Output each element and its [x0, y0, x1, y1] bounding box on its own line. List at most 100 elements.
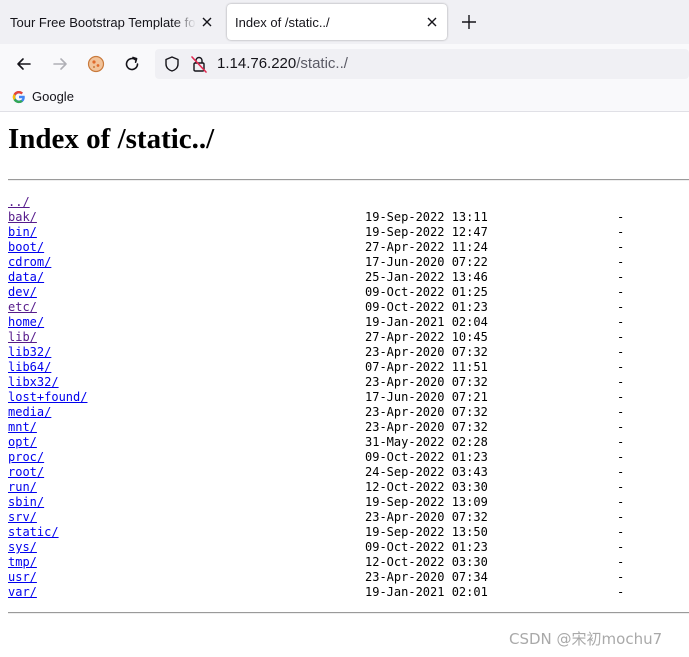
- table-row: boot/27-Apr-2022 11:24 -: [8, 240, 689, 255]
- plus-icon[interactable]: [459, 12, 479, 32]
- insecure-lock-icon[interactable]: [189, 54, 209, 74]
- entry-link[interactable]: cdrom/: [8, 255, 51, 269]
- entry-size: -: [617, 240, 625, 254]
- entry-link[interactable]: data/: [8, 270, 44, 284]
- extension-icon[interactable]: [86, 54, 106, 74]
- entry-date: 27-Apr-2022 11:24: [365, 240, 488, 254]
- entry-date: 31-May-2022 02:28: [365, 435, 488, 449]
- entry-date: 12-Oct-2022 03:30: [365, 555, 488, 569]
- table-row: etc/09-Oct-2022 01:23 -: [8, 300, 689, 315]
- entry-size: -: [617, 495, 625, 509]
- forward-arrow-icon[interactable]: [50, 54, 70, 74]
- directory-listing: ../ bak/19-Sep-2022 13:11- bin/19-Sep-202…: [8, 195, 689, 600]
- entry-link[interactable]: media/: [8, 405, 51, 419]
- table-row: lib32/23-Apr-2020 07:32 -: [8, 345, 689, 360]
- entry-link[interactable]: home/: [8, 315, 44, 329]
- entry-link[interactable]: tmp/: [8, 555, 37, 569]
- address-bar[interactable]: 1.14.76.220/static../: [155, 49, 689, 79]
- entry-date: 09-Oct-2022 01:23: [365, 450, 488, 464]
- entry-link[interactable]: bak/: [8, 210, 37, 224]
- bookmark-google[interactable]: Google: [12, 89, 74, 104]
- table-row: var/19-Jan-2021 02:01 -: [8, 585, 689, 600]
- entry-link[interactable]: lib/: [8, 330, 37, 344]
- entry-link[interactable]: run/: [8, 480, 37, 494]
- entry-date: 19-Sep-2022 12:47: [365, 225, 488, 239]
- entry-link[interactable]: bin/: [8, 225, 37, 239]
- entry-link[interactable]: sbin/: [8, 495, 44, 509]
- entry-link[interactable]: mnt/: [8, 420, 37, 434]
- parent-directory-link[interactable]: ../: [8, 195, 30, 209]
- entry-date: 17-Jun-2020 07:21: [365, 390, 488, 404]
- table-row: srv/23-Apr-2020 07:32 -: [8, 510, 689, 525]
- table-row: opt/31-May-2022 02:28 -: [8, 435, 689, 450]
- entry-link[interactable]: srv/: [8, 510, 37, 524]
- entry-rows: bak/19-Sep-2022 13:11- bin/19-Sep-2022 12…: [8, 210, 689, 600]
- entry-link[interactable]: lost+found/: [8, 390, 87, 404]
- entry-size: -: [617, 540, 625, 554]
- bookmarks-toolbar: Google: [0, 84, 689, 112]
- tab-strip: Tour Free Bootstrap Template for Index o…: [0, 0, 689, 44]
- entry-link[interactable]: static/: [8, 525, 59, 539]
- entry-date: 09-Oct-2022 01:25: [365, 285, 488, 299]
- entry-date: 23-Apr-2020 07:32: [365, 510, 488, 524]
- entry-date: 23-Apr-2020 07:32: [365, 375, 488, 389]
- page-content: Index of /static../ ../ bak/19-Sep-2022 …: [0, 113, 689, 657]
- url-host: 1.14.76.220: [217, 55, 297, 72]
- table-row: proc/09-Oct-2022 01:23 -: [8, 450, 689, 465]
- entry-size: -: [617, 390, 625, 404]
- entry-size: -: [617, 285, 625, 299]
- bookmark-label: Google: [32, 89, 74, 104]
- entry-size: -: [617, 225, 625, 239]
- table-row: usr/23-Apr-2020 07:34 -: [8, 570, 689, 585]
- entry-date: 19-Sep-2022 13:09: [365, 495, 488, 509]
- entry-link[interactable]: sys/: [8, 540, 37, 554]
- entry-date: 23-Apr-2020 07:32: [365, 345, 488, 359]
- entry-size: -: [617, 330, 625, 344]
- tab-index-of-static[interactable]: Index of /static../: [227, 4, 447, 40]
- entry-link[interactable]: lib32/: [8, 345, 51, 359]
- entry-link[interactable]: lib64/: [8, 360, 51, 374]
- tab-title: Index of /static../: [235, 14, 330, 30]
- google-g-icon: [12, 90, 25, 103]
- table-row: bin/19-Sep-2022 12:47 -: [8, 225, 689, 240]
- entry-size: -: [617, 465, 625, 479]
- entry-size: -: [617, 345, 625, 359]
- entry-link[interactable]: proc/: [8, 450, 44, 464]
- back-arrow-icon[interactable]: [14, 54, 34, 74]
- entry-link[interactable]: var/: [8, 585, 37, 599]
- entry-size: -: [617, 315, 625, 329]
- entry-link[interactable]: libx32/: [8, 375, 59, 389]
- entry-date: 23-Apr-2020 07:32: [365, 420, 488, 434]
- tab-tour-template[interactable]: Tour Free Bootstrap Template for: [0, 4, 222, 40]
- entry-date: 19-Jan-2021 02:04: [365, 315, 488, 329]
- table-row: lib64/07-Apr-2022 11:51 -: [8, 360, 689, 375]
- entry-size: -: [617, 525, 625, 539]
- table-row: lost+found/17-Jun-2020 07:21 -: [8, 390, 689, 405]
- parent-directory-row: ../: [8, 195, 689, 210]
- entry-size: -: [617, 405, 625, 419]
- watermark: CSDN @宋初mochu7: [509, 630, 663, 648]
- table-row: cdrom/17-Jun-2020 07:22 -: [8, 255, 689, 270]
- entry-link[interactable]: root/: [8, 465, 44, 479]
- entry-size: -: [617, 300, 625, 314]
- entry-date: 12-Oct-2022 03:30: [365, 480, 488, 494]
- entry-size: -: [617, 435, 625, 449]
- url-text[interactable]: 1.14.76.220/static../: [217, 55, 348, 72]
- table-row: bak/19-Sep-2022 13:11 -: [8, 210, 689, 225]
- shield-icon[interactable]: [163, 55, 181, 73]
- reload-icon[interactable]: [122, 54, 142, 74]
- entry-link[interactable]: etc/: [8, 300, 37, 314]
- entry-link[interactable]: usr/: [8, 570, 37, 584]
- entry-date: 23-Apr-2020 07:34: [365, 570, 488, 584]
- page-title: Index of /static../: [8, 123, 215, 155]
- entry-size: -: [617, 210, 625, 224]
- close-icon[interactable]: [198, 13, 216, 31]
- entry-link[interactable]: opt/: [8, 435, 37, 449]
- table-row: lib/27-Apr-2022 10:45 -: [8, 330, 689, 345]
- entry-link[interactable]: boot/: [8, 240, 44, 254]
- divider: [8, 179, 689, 181]
- entry-size: -: [617, 555, 625, 569]
- entry-link[interactable]: dev/: [8, 285, 37, 299]
- entry-date: 25-Jan-2022 13:46: [365, 270, 488, 284]
- close-icon[interactable]: [423, 13, 441, 31]
